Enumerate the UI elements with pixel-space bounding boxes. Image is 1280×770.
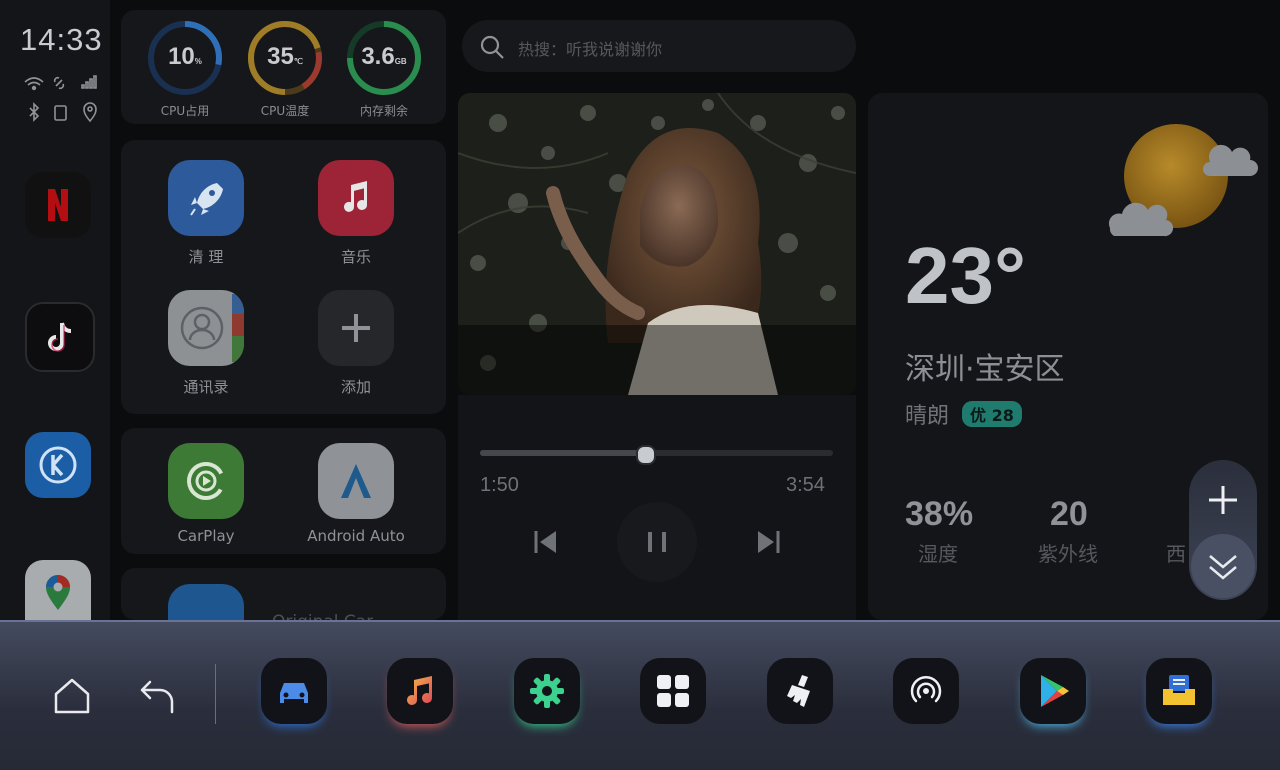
double-chevron-down-icon: [1209, 555, 1237, 580]
wind-label: 西: [1166, 542, 1186, 566]
netflix-icon: [48, 189, 68, 221]
netflix-app[interactable]: [25, 172, 91, 238]
apps-grid-dock[interactable]: [640, 658, 706, 724]
contacts-label: 通讯录: [183, 378, 229, 396]
play-store-dock[interactable]: [1020, 658, 1086, 724]
car-app-dock[interactable]: [261, 658, 327, 724]
car-icon: [280, 683, 308, 703]
search-placeholder: 热搜：听我说谢谢你: [518, 40, 663, 59]
temp-value: 35: [267, 43, 294, 70]
file-manager-dock[interactable]: [1146, 658, 1212, 724]
uv-label: 紫外线: [1038, 542, 1098, 566]
android-auto-label: Android Auto: [307, 527, 405, 545]
android-auto-icon: [341, 464, 371, 498]
next-icon[interactable]: [754, 527, 784, 557]
broom-icon: [787, 675, 810, 707]
broadcast-icon: [910, 675, 942, 703]
add-app-button[interactable]: [318, 290, 394, 366]
dock-divider: [215, 664, 216, 724]
previous-icon[interactable]: [530, 527, 560, 557]
tiktok-icon: [48, 322, 72, 352]
play-pause-button[interactable]: [617, 502, 697, 582]
gear-icon: [530, 674, 564, 708]
k-music-icon: [39, 446, 77, 484]
mem-label: 内存剩余: [359, 104, 408, 118]
cpu-label: CPU占用: [160, 104, 210, 118]
pause-icon: [648, 532, 666, 552]
humidity-label: 湿度: [918, 542, 958, 566]
weather-condition: 晴朗: [905, 404, 950, 429]
temperature: 23°: [905, 231, 1026, 320]
temp-label: CPU温度: [260, 104, 310, 118]
mem-value: 3.6: [361, 43, 395, 70]
status-icons: [24, 75, 97, 123]
music-app-dock[interactable]: [387, 658, 453, 724]
kuwo-app[interactable]: [25, 432, 91, 498]
inbox-icon: [1163, 675, 1195, 705]
search-icon: [480, 35, 504, 59]
android-auto-app[interactable]: [318, 443, 394, 519]
carplay-label: CarPlay: [177, 527, 235, 545]
clean-label: 清 理: [188, 248, 224, 266]
back-button[interactable]: [136, 674, 180, 718]
settings-app-dock[interactable]: [514, 658, 580, 724]
album-art: [458, 93, 856, 395]
humidity-value: 38%: [905, 495, 974, 533]
play-store-icon: [1041, 675, 1069, 707]
city-name: 深圳·宝安区: [905, 352, 1065, 387]
broadcast-app-dock[interactable]: [893, 658, 959, 724]
progress-fill: [480, 450, 646, 456]
temp-unit: ℃: [293, 57, 303, 66]
clean-app[interactable]: [168, 160, 244, 236]
grid-icon: [657, 675, 689, 707]
uv-value: 20: [1050, 495, 1088, 533]
map-pin-icon: [46, 575, 70, 610]
collapse-button[interactable]: [1191, 534, 1255, 598]
carplay-icon: [187, 462, 225, 500]
back-arrow-icon: [140, 680, 174, 714]
rocket-icon: [190, 183, 223, 216]
aqi-badge: 优 28: [962, 401, 1022, 427]
original-car-label: Original Car: [272, 610, 373, 620]
total-time: 3:54: [786, 474, 825, 496]
original-car-app[interactable]: [168, 584, 244, 620]
contacts-icon: [180, 294, 244, 362]
plus-icon: [342, 314, 370, 342]
tiktok-app[interactable]: [25, 302, 95, 372]
music-label: 音乐: [340, 248, 371, 266]
music-app[interactable]: [318, 160, 394, 236]
carplay-app[interactable]: [168, 443, 244, 519]
contacts-app[interactable]: [168, 290, 244, 366]
add-label: 添加: [340, 378, 371, 396]
album-art-image: [458, 93, 856, 395]
maps-app[interactable]: [25, 560, 91, 620]
sunny-cloud-icon: [1108, 124, 1258, 237]
elapsed-time: 1:50: [480, 474, 519, 496]
mem-unit: GB: [394, 57, 407, 66]
progress-knob[interactable]: [635, 445, 656, 465]
music-note-icon: [407, 676, 432, 705]
clock: 14:33: [20, 22, 103, 57]
home-icon: [54, 678, 90, 714]
home-button[interactable]: [50, 674, 94, 718]
music-note-icon: [344, 181, 367, 212]
cpu-unit: %: [194, 57, 202, 66]
cpu-value: 10: [168, 43, 195, 70]
add-widget-icon[interactable]: [1205, 482, 1241, 518]
cleaner-app-dock[interactable]: [767, 658, 833, 724]
